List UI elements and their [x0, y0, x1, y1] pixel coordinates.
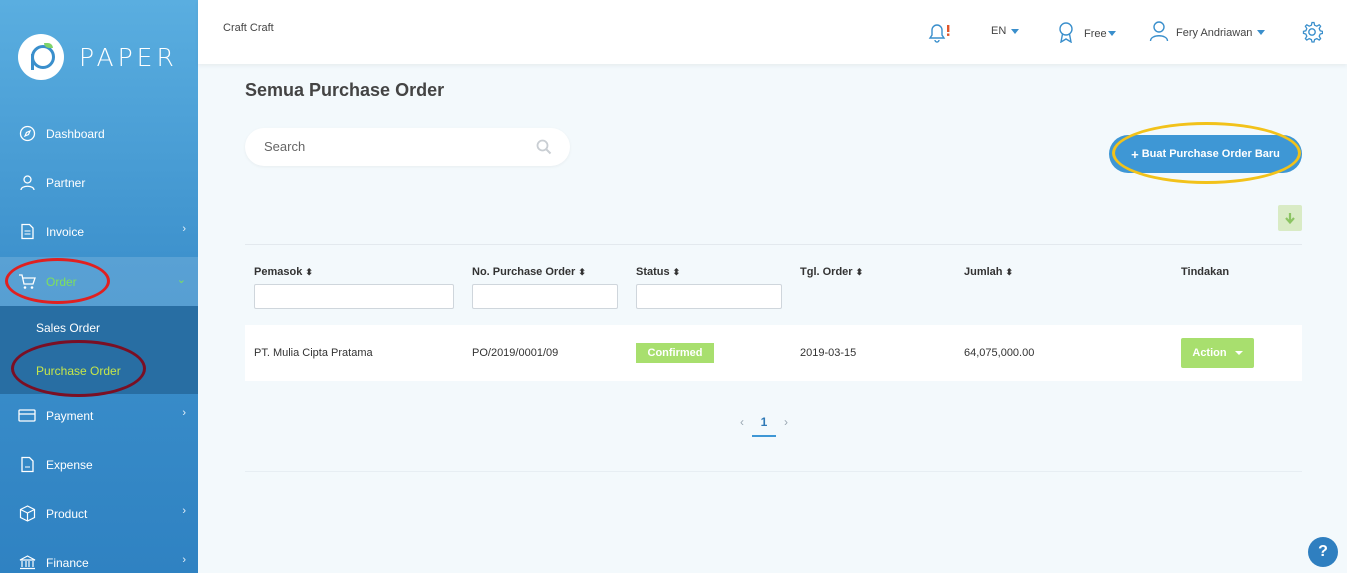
column-header-amount[interactable]: Jumlah ⬍ [964, 266, 1013, 278]
plan-selector[interactable]: Free [1057, 21, 1116, 46]
box-icon [18, 505, 36, 523]
caret-down-icon [1257, 30, 1266, 35]
chevron-right-icon: › [182, 554, 186, 566]
user-menu[interactable]: Fery Andriawan [1149, 20, 1266, 45]
column-header-actions: Tindakan [1181, 266, 1230, 278]
bank-icon [18, 554, 36, 572]
caret-down-icon [1234, 351, 1243, 355]
sidebar: PAPER Dashboard Partner Invoice › Order … [0, 0, 198, 573]
column-header-order-date[interactable]: Tgl. Order ⬍ [800, 266, 863, 278]
sidebar-item-product[interactable]: Product › [0, 489, 198, 538]
sidebar-item-label: Finance [46, 555, 89, 570]
gear-icon [1301, 21, 1324, 46]
paper-logo-icon [18, 34, 64, 80]
filter-po-number-input[interactable] [472, 284, 618, 309]
award-icon [1057, 21, 1075, 46]
card-icon [18, 407, 36, 425]
search-icon[interactable] [536, 139, 552, 160]
download-arrow-icon [1285, 213, 1295, 225]
sidebar-item-label: Invoice [46, 224, 85, 239]
purchase-order-table: Pemasok ⬍ No. Purchase Order ⬍ Status ⬍ Tgl… [245, 244, 1302, 309]
sidebar-item-label: Partner [46, 175, 86, 190]
table-row[interactable]: PT. Mulia Cipta Pratama PO/2019/0001/09 … [245, 325, 1302, 381]
pagination: ‹ 1 › [740, 415, 788, 437]
cell-amount: 64,075,000.00 [964, 347, 1035, 359]
sidebar-item-label: Expense [46, 457, 93, 472]
sidebar-item-invoice[interactable]: Invoice › [0, 207, 198, 256]
compass-icon [18, 125, 36, 143]
sidebar-item-finance[interactable]: Finance › [0, 538, 198, 573]
divider [245, 471, 1302, 472]
pagination-page-current[interactable]: 1 [752, 415, 776, 437]
sidebar-item-expense[interactable]: Expense [0, 440, 198, 489]
action-dropdown-button[interactable]: Action [1181, 338, 1254, 368]
caret-down-icon [1107, 31, 1116, 36]
sidebar-item-partner[interactable]: Partner [0, 158, 198, 207]
annotation-circle-order [5, 258, 110, 304]
sort-icon: ⬍ [855, 267, 864, 277]
sort-icon: ⬍ [1005, 267, 1014, 277]
column-header-status[interactable]: Status ⬍ [636, 266, 680, 278]
submenu-item-sales-order[interactable]: Sales Order [36, 321, 100, 335]
status-badge: Confirmed [636, 343, 714, 363]
sort-icon: ⬍ [305, 267, 313, 277]
chevron-down-icon: ⌄ [176, 274, 186, 286]
cell-po-number: PO/2019/0001/09 [472, 347, 559, 359]
annotation-circle-purchase-order [11, 340, 146, 397]
sidebar-item-dashboard[interactable]: Dashboard [0, 109, 198, 158]
user-icon [1149, 20, 1169, 45]
cell-supplier: PT. Mulia Cipta Pratama [254, 347, 373, 359]
topbar: Craft Craft EN Free Fery Andriawan [198, 0, 1347, 64]
filter-supplier-input[interactable] [254, 284, 454, 309]
language-label: EN [991, 25, 1007, 37]
language-selector[interactable]: EN [991, 25, 1020, 37]
plan-label: Free [1084, 27, 1107, 40]
help-button[interactable]: ? [1308, 537, 1338, 567]
page-title: Semua Purchase Order [245, 80, 445, 100]
cell-order-date: 2019-03-15 [800, 347, 857, 359]
pagination-prev[interactable]: ‹ [740, 415, 744, 437]
caret-down-icon [1011, 28, 1020, 34]
pagination-next[interactable]: › [784, 415, 788, 437]
brand-name: PAPER [79, 42, 178, 72]
file-icon [18, 456, 36, 474]
brand-logo[interactable]: PAPER [18, 34, 178, 80]
settings-button[interactable] [1301, 21, 1324, 46]
sidebar-item-payment[interactable]: Payment › [0, 391, 198, 440]
column-header-supplier[interactable]: Pemasok ⬍ [254, 266, 313, 278]
sidebar-item-label: Dashboard [46, 126, 105, 141]
search-box [245, 128, 570, 166]
chevron-right-icon: › [182, 505, 186, 517]
sidebar-item-label: Product [46, 506, 88, 521]
search-input[interactable] [264, 139, 524, 154]
notifications-button[interactable] [926, 20, 952, 47]
download-button[interactable] [1278, 205, 1302, 231]
sort-icon: ⬍ [672, 267, 681, 277]
chevron-right-icon: › [182, 407, 186, 419]
action-label: Action [1192, 347, 1227, 359]
document-icon [18, 223, 36, 241]
sort-icon: ⬍ [578, 267, 586, 277]
help-label: ? [1318, 543, 1328, 560]
sidebar-item-label: Payment [46, 408, 94, 423]
filter-status-input[interactable] [636, 284, 782, 309]
user-name: Fery Andriawan [1176, 26, 1253, 39]
bell-alert-icon [926, 20, 952, 47]
chevron-right-icon: › [182, 223, 186, 235]
annotation-circle-new-button [1112, 122, 1301, 184]
user-icon [18, 174, 36, 192]
company-name[interactable]: Craft Craft [223, 22, 274, 34]
column-header-po-number[interactable]: No. Purchase Order ⬍ [472, 266, 586, 278]
